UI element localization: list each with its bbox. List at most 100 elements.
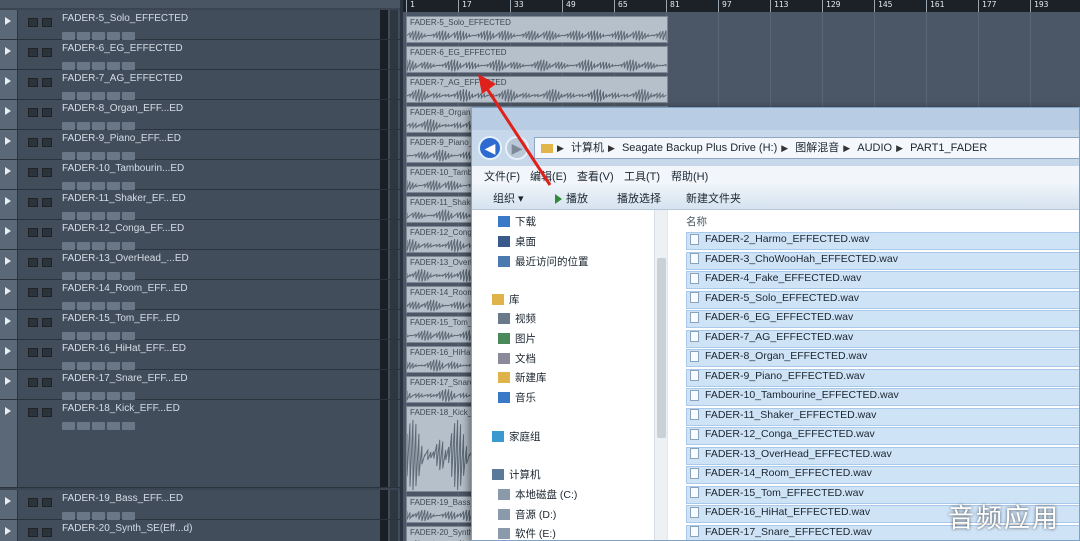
volume-knob[interactable] [92,152,105,160]
mute-button[interactable] [28,18,38,27]
file-list-item[interactable]: FADER-7_AG_EFFECTED.wav [686,329,1079,348]
mute-button[interactable] [28,258,38,267]
write-button[interactable] [122,62,135,70]
track-row[interactable]: FADER-8_Organ_EFF...ED [0,100,400,130]
monitor-button[interactable] [77,152,90,160]
track-row[interactable]: FADER-6_EG_EFFECTED [0,40,400,70]
solo-button[interactable] [42,138,52,147]
mute-button[interactable] [28,528,38,537]
nav-item[interactable]: 库 [492,292,520,310]
record-button[interactable] [62,122,75,130]
file-list-item[interactable]: FADER-11_Shaker_EFFECTED.wav [686,407,1079,426]
address-bar[interactable]: ▶ 计算机 ▶ Seagate Backup Plus Drive (H:) ▶ 图… [534,137,1079,159]
timeline-ruler[interactable]: 1 17 33 49 65 81 97 113 129 145 161 177 193 [403,0,1080,12]
solo-button[interactable] [42,198,52,207]
file-list-item[interactable]: FADER-13_OverHead_EFFECTED.wav [686,446,1079,465]
volume-knob[interactable] [92,122,105,130]
mute-button[interactable] [28,108,38,117]
monitor-button[interactable] [77,242,90,250]
audio-region[interactable]: FADER-5_Solo_EFFECTED [406,16,668,43]
record-button[interactable] [62,302,75,310]
track-select-arrow-icon[interactable] [0,310,18,339]
mute-button[interactable] [28,408,38,417]
track-select-arrow-icon[interactable] [0,70,18,99]
monitor-button[interactable] [77,392,90,400]
track-select-arrow-icon[interactable] [0,250,18,279]
write-button[interactable] [122,242,135,250]
monitor-button[interactable] [77,122,90,130]
mute-button[interactable] [28,168,38,177]
track-select-arrow-icon[interactable] [0,10,18,39]
write-button[interactable] [122,422,135,430]
mute-button[interactable] [28,348,38,357]
monitor-button[interactable] [77,272,90,280]
track-select-arrow-icon[interactable] [0,40,18,69]
record-button[interactable] [62,392,75,400]
volume-knob[interactable] [92,362,105,370]
play-selection-button[interactable]: 播放选择 [617,190,661,206]
read-button[interactable] [107,92,120,100]
track-row[interactable]: FADER-16_HiHat_EFF...ED [0,340,400,370]
file-list-item[interactable]: FADER-5_Solo_EFFECTED.wav [686,290,1079,309]
track-row[interactable]: FADER-20_Synth_SE(Eff...d) [0,520,400,541]
read-button[interactable] [107,302,120,310]
solo-button[interactable] [42,528,52,537]
breadcrumb-part1-fader[interactable]: PART1_FADER [910,142,987,154]
read-button[interactable] [107,242,120,250]
write-button[interactable] [122,92,135,100]
file-list-item[interactable]: FADER-9_Piano_EFFECTED.wav [686,368,1079,387]
track-select-arrow-icon[interactable] [0,160,18,189]
monitor-button[interactable] [77,362,90,370]
track-select-arrow-icon[interactable] [0,220,18,249]
read-button[interactable] [107,362,120,370]
record-button[interactable] [62,32,75,40]
track-row[interactable]: FADER-10_Tambourin...ED [0,160,400,190]
write-button[interactable] [122,212,135,220]
explorer-title-bar[interactable] [472,108,1079,130]
record-button[interactable] [62,242,75,250]
file-list-item[interactable]: FADER-10_Tambourine_EFFECTED.wav [686,388,1079,406]
file-list-item[interactable]: FADER-14_Room_EFFECTED.wav [686,466,1079,484]
write-button[interactable] [122,362,135,370]
solo-button[interactable] [42,108,52,117]
solo-button[interactable] [42,18,52,27]
track-row[interactable]: FADER-15_Tom_EFF...ED [0,310,400,340]
solo-button[interactable] [42,498,52,507]
volume-knob[interactable] [92,332,105,340]
read-button[interactable] [107,332,120,340]
solo-button[interactable] [42,48,52,57]
track-row[interactable]: FADER-11_Shaker_EF...ED [0,190,400,220]
track-row[interactable]: FADER-14_Room_EFF...ED [0,280,400,310]
organize-button[interactable]: 组织 ▾ [493,190,524,206]
track-select-arrow-icon[interactable] [0,340,18,369]
volume-knob[interactable] [92,182,105,190]
track-row[interactable]: FADER-19_Bass_EFF...ED [0,490,400,520]
nav-item[interactable]: 桌面 [498,234,536,252]
volume-knob[interactable] [92,62,105,70]
menu-view[interactable]: 查看(V) [577,168,614,184]
volume-knob[interactable] [92,512,105,520]
solo-button[interactable] [42,408,52,417]
mute-button[interactable] [28,228,38,237]
monitor-button[interactable] [77,32,90,40]
track-row[interactable]: FADER-7_AG_EFFECTED [0,70,400,100]
monitor-button[interactable] [77,92,90,100]
nav-item[interactable]: 文档 [498,351,536,369]
nav-item[interactable]: 计算机 [492,467,541,485]
write-button[interactable] [122,512,135,520]
write-button[interactable] [122,122,135,130]
track-select-arrow-icon[interactable] [0,370,18,399]
mute-button[interactable] [28,78,38,87]
nav-item[interactable]: 音源 (D:) [498,507,556,525]
track-row[interactable]: FADER-18_Kick_EFF...ED [0,400,400,488]
solo-button[interactable] [42,228,52,237]
read-button[interactable] [107,32,120,40]
navigation-scrollbar[interactable] [654,210,667,540]
track-select-arrow-icon[interactable] [0,280,18,309]
breadcrumb-mixing[interactable]: 图解混音 [795,142,839,154]
nav-item[interactable]: 家庭组 [492,429,541,447]
monitor-button[interactable] [77,212,90,220]
track-select-arrow-icon[interactable] [0,490,18,519]
track-row[interactable]: FADER-17_Snare_EFF...ED [0,370,400,400]
record-button[interactable] [62,182,75,190]
